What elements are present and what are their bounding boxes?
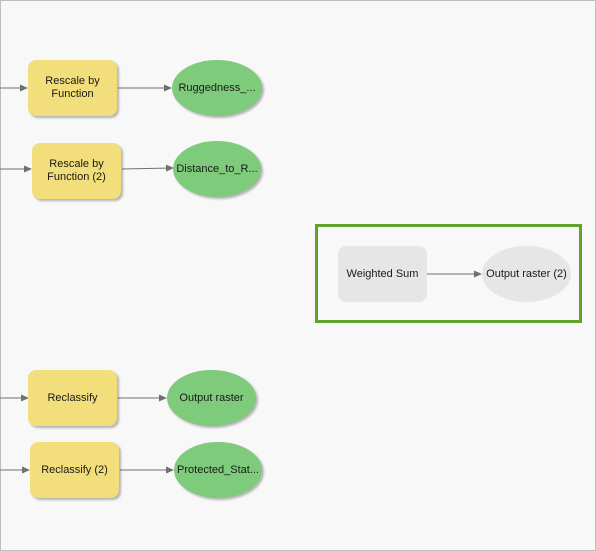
node-label: Reclassify (47, 391, 98, 404)
node-label: Output raster (179, 392, 244, 404)
node-label: Ruggedness_... (178, 82, 256, 94)
node-label: Rescale by Function (45, 75, 100, 100)
data-node-output-raster-2[interactable]: Output raster (2) (482, 246, 571, 302)
tool-node-weighted-sum[interactable]: Weighted Sum (338, 246, 427, 302)
tool-node-rescale-by-function[interactable]: Rescale by Function (28, 60, 117, 116)
tool-node-rescale-by-function-2[interactable]: Rescale by Function (2) (32, 143, 121, 199)
node-label: Weighted Sum (346, 267, 419, 280)
tool-node-reclassify[interactable]: Reclassify (28, 370, 117, 426)
node-label: Output raster (2) (486, 268, 567, 280)
data-node-protected-stat[interactable]: Protected_Stat... (174, 442, 262, 498)
data-node-distance-to-r[interactable]: Distance_to_R... (173, 141, 261, 197)
node-label: Protected_Stat... (177, 464, 259, 476)
node-label: Reclassify (2) (41, 463, 108, 476)
connector-rescale2-distance (121, 164, 174, 172)
node-label: Distance_to_R... (176, 163, 258, 175)
data-node-output-raster[interactable]: Output raster (167, 370, 256, 426)
tool-node-reclassify-2[interactable]: Reclassify (2) (30, 442, 119, 498)
data-node-ruggedness[interactable]: Ruggedness_... (172, 60, 262, 116)
node-label: Rescale by Function (2) (47, 158, 106, 183)
